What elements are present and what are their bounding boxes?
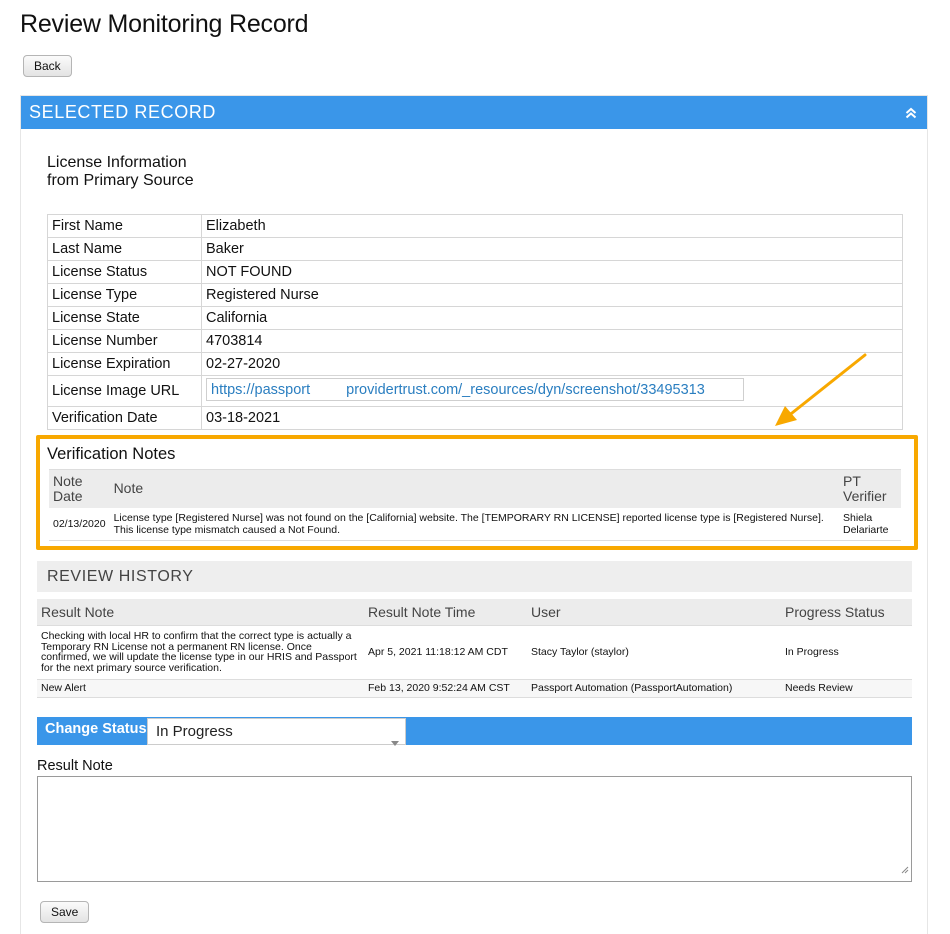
caret-down-icon bbox=[391, 729, 399, 754]
page-title: Review Monitoring Record bbox=[20, 10, 309, 38]
field-label: License Image URL bbox=[47, 375, 202, 407]
note-date: 02/13/2020 bbox=[49, 507, 110, 541]
review-history-table: Result Note Result Note Time User Progre… bbox=[37, 599, 912, 698]
progress-status: Needs Review bbox=[781, 679, 912, 698]
field-value: Baker bbox=[201, 237, 903, 261]
change-status-bar: Change Status In Progress bbox=[37, 717, 912, 746]
verification-notes-title: Verification Notes bbox=[47, 445, 176, 463]
license-row: First Name Elizabeth bbox=[47, 214, 903, 238]
field-label: Verification Date bbox=[47, 406, 202, 430]
chevron-double-up-icon[interactable] bbox=[903, 105, 919, 121]
selected-record-title: SELECTED RECORD bbox=[29, 102, 217, 122]
license-image-url-link[interactable]: https://passport providertrust.com/_resou… bbox=[206, 377, 744, 401]
field-label: First Name bbox=[47, 214, 202, 238]
result-note-time: Apr 5, 2021 11:18:12 AM CDT bbox=[364, 625, 527, 680]
verification-notes-highlight: Verification Notes Note Date Note PT Ver… bbox=[36, 435, 918, 550]
license-info-heading: License Information from Primary Source bbox=[47, 154, 194, 189]
field-label: License Expiration bbox=[47, 352, 202, 376]
result-note-textarea[interactable] bbox=[37, 776, 912, 882]
change-status-select[interactable]: In Progress bbox=[147, 718, 406, 746]
result-note: New Alert bbox=[37, 679, 364, 698]
field-label: License Type bbox=[47, 283, 202, 307]
table-row: Checking with local HR to confirm that t… bbox=[37, 625, 912, 680]
url-part: https://passport bbox=[211, 381, 311, 398]
field-label: Last Name bbox=[47, 237, 202, 261]
change-status-label: Change Status bbox=[45, 721, 147, 737]
pt-verifier: Shiela Delariarte bbox=[839, 507, 901, 541]
field-value: California bbox=[201, 306, 903, 330]
save-button[interactable]: Save bbox=[40, 901, 90, 923]
column-header: Note Date bbox=[49, 469, 110, 508]
column-header: Progress Status bbox=[781, 599, 912, 626]
back-button[interactable]: Back bbox=[23, 55, 72, 77]
license-row: License Type Registered Nurse bbox=[47, 283, 903, 307]
progress-status: In Progress bbox=[781, 625, 912, 680]
column-header: User bbox=[527, 599, 781, 626]
review-history-header: REVIEW HISTORY bbox=[37, 561, 912, 592]
license-row: Last Name Baker bbox=[47, 237, 903, 261]
field-label: License State bbox=[47, 306, 202, 330]
result-note-time: Feb 13, 2020 9:52:24 AM CST bbox=[364, 679, 527, 698]
user: Stacy Taylor (staylor) bbox=[527, 625, 781, 680]
column-header: Note bbox=[109, 469, 839, 508]
column-header: Result Note bbox=[37, 599, 364, 626]
field-label: License Status bbox=[47, 260, 202, 284]
url-part: providertrust.com/_resources/dyn/screens… bbox=[346, 381, 705, 398]
column-header: PT Verifier bbox=[839, 469, 901, 508]
annotation-arrow bbox=[775, 353, 867, 426]
field-label: License Number bbox=[47, 329, 202, 353]
verification-notes-table: Note Date Note PT Verifier 02/13/2020 Li… bbox=[49, 469, 901, 541]
selected-record-header[interactable]: SELECTED RECORD bbox=[21, 96, 927, 129]
user: Passport Automation (PassportAutomation) bbox=[527, 679, 781, 698]
table-row: New Alert Feb 13, 2020 9:52:24 AM CST Pa… bbox=[37, 679, 912, 698]
note-text: License type [Registered Nurse] was not … bbox=[109, 507, 839, 541]
license-row: License Number 4703814 bbox=[47, 329, 903, 353]
field-value: NOT FOUND bbox=[201, 260, 903, 284]
table-row: 02/13/2020 License type [Registered Nurs… bbox=[49, 507, 901, 541]
license-row: License Status NOT FOUND bbox=[47, 260, 903, 284]
selected-record-panel: SELECTED RECORD License Information from… bbox=[20, 95, 928, 934]
column-header: Result Note Time bbox=[364, 599, 527, 626]
field-value: Elizabeth bbox=[201, 214, 903, 238]
license-row: License State California bbox=[47, 306, 903, 330]
result-note: Checking with local HR to confirm that t… bbox=[37, 625, 364, 680]
field-value: Registered Nurse bbox=[201, 283, 903, 307]
field-value: 4703814 bbox=[201, 329, 903, 353]
result-note-label: Result Note bbox=[37, 758, 113, 774]
resize-grip-icon[interactable] bbox=[901, 861, 909, 879]
selected-status: In Progress bbox=[156, 723, 233, 740]
